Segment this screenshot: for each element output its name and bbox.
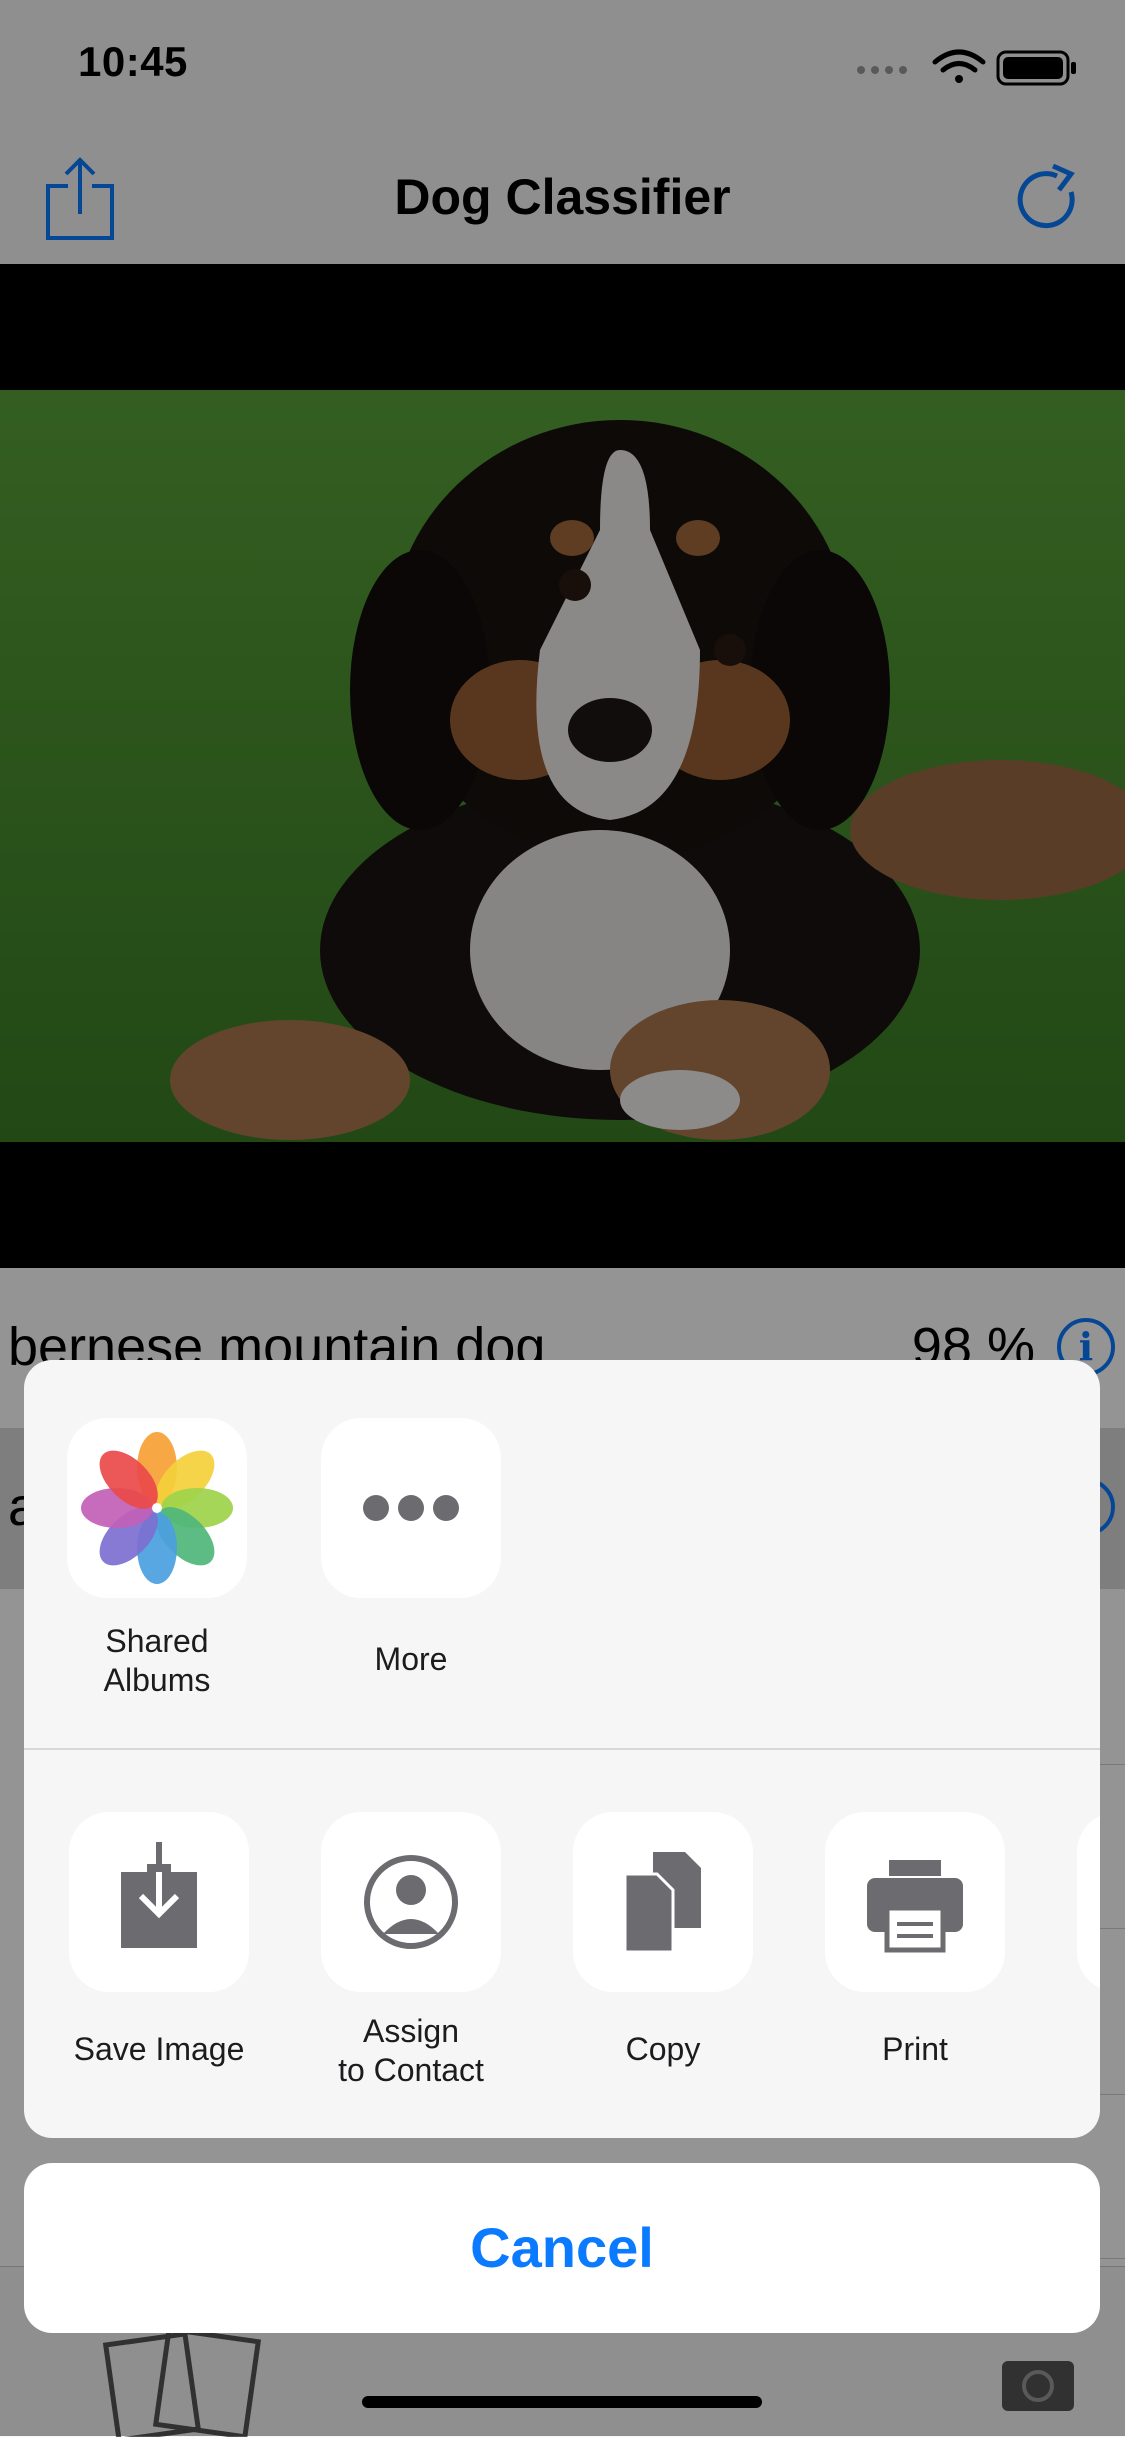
print-icon	[867, 1860, 963, 1953]
action-save-image[interactable]	[69, 1812, 249, 1992]
contact-icon	[364, 1855, 458, 1949]
copy-icon	[623, 1852, 701, 1954]
share-app-more[interactable]	[321, 1418, 501, 1598]
sheet-divider	[24, 1748, 1100, 1750]
action-label: Print	[882, 2031, 948, 2067]
share-app-label: Shared Albums	[103, 1623, 211, 1698]
share-sheet: Shared Albums More Save Image Assign to …	[24, 1360, 1100, 2138]
action-label: Save Image	[73, 2031, 245, 2067]
cancel-button[interactable]: Cancel	[24, 2163, 1100, 2333]
share-app-label: More	[374, 1641, 448, 1677]
action-partial[interactable]	[1077, 1812, 1100, 1992]
action-assign-to-contact[interactable]	[321, 1812, 501, 1992]
action-label: Copy	[625, 2031, 701, 2067]
save-image-icon	[121, 1842, 197, 1948]
action-label: Sa	[1037, 2030, 1100, 2069]
share-app-shared-albums[interactable]	[67, 1418, 247, 1598]
action-copy[interactable]	[573, 1812, 753, 1992]
more-icon	[363, 1495, 459, 1521]
action-print[interactable]	[825, 1812, 1005, 1992]
home-indicator	[362, 2396, 762, 2408]
action-label: Assign to Contact	[338, 2013, 484, 2088]
photos-icon	[81, 1432, 233, 1584]
